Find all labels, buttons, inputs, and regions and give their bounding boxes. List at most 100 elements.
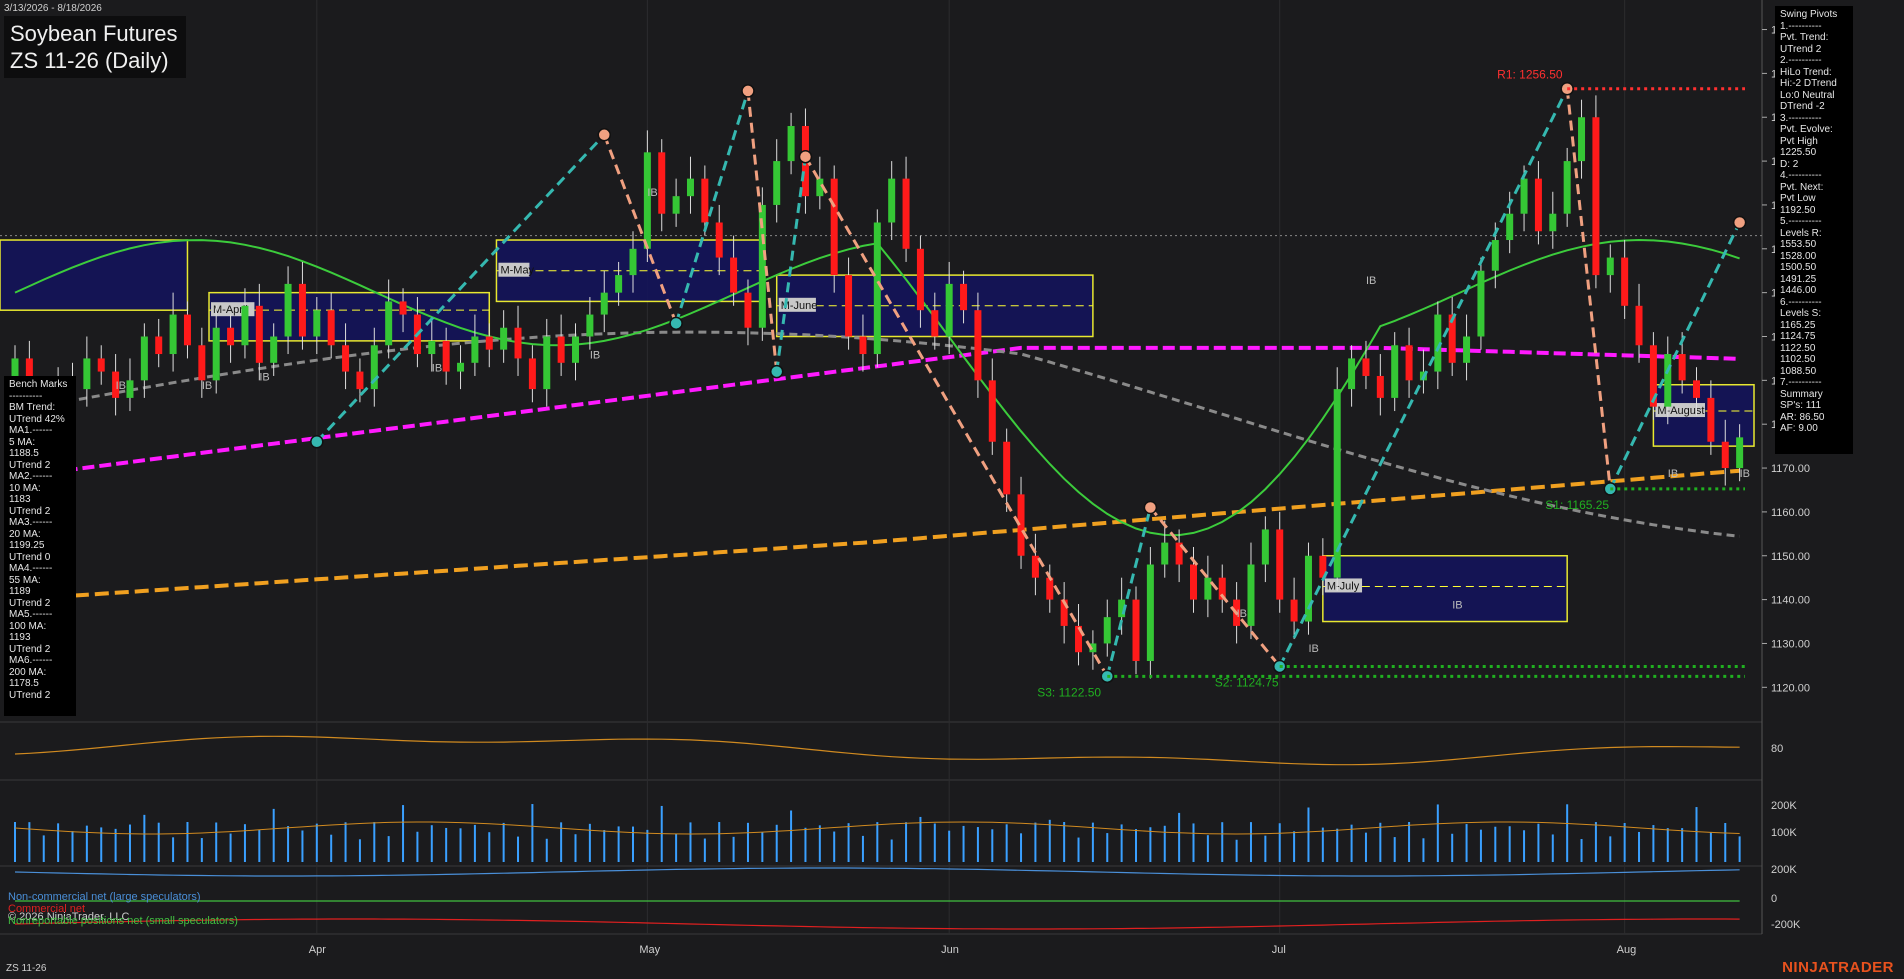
candle-body xyxy=(83,358,91,390)
swing-pivot-dot xyxy=(669,316,683,331)
candle-body xyxy=(988,380,996,442)
candle-body xyxy=(485,336,493,350)
cot-tick-label: 200K xyxy=(1771,864,1797,876)
price-tick-label: 1170.00 xyxy=(1771,463,1810,475)
candle-body xyxy=(399,301,407,315)
legend-small-speculators: Nonreportable positions net (small specu… xyxy=(8,915,238,927)
candle-body xyxy=(385,301,393,346)
candle-body xyxy=(155,336,163,355)
candle-body xyxy=(557,336,565,363)
candle-body xyxy=(931,310,939,337)
candle-body xyxy=(686,178,694,197)
value-area-label: M-May xyxy=(500,265,534,277)
candle-body xyxy=(845,275,853,337)
candle-body xyxy=(140,336,148,381)
candle-body xyxy=(198,345,206,381)
candle-body xyxy=(744,292,752,328)
candle-body xyxy=(1046,577,1054,600)
candle-body xyxy=(1606,257,1614,276)
level-label: R1: 1256.50 xyxy=(1497,68,1563,82)
volume-tick-label: 100K xyxy=(1771,827,1797,839)
ib-marker: IB xyxy=(432,363,442,375)
price-tick-label: 1120.00 xyxy=(1771,682,1810,694)
swing-leg xyxy=(804,155,1109,678)
volume-tick-label: 200K xyxy=(1771,800,1797,812)
candle-body xyxy=(787,126,795,162)
x-tick-label: Jul xyxy=(1272,944,1286,956)
candle-body xyxy=(715,222,723,258)
price-tick-label: 1150.00 xyxy=(1771,551,1810,563)
candle-body xyxy=(1304,555,1312,622)
candle-body xyxy=(298,283,306,337)
candle-body xyxy=(1290,599,1298,622)
candle-body xyxy=(658,152,666,214)
value-area-box-prior xyxy=(0,239,189,311)
candle-body xyxy=(1348,358,1356,390)
candle-body xyxy=(1132,599,1140,661)
legend-noncommercial: Non-commercial net (large speculators) xyxy=(8,891,201,903)
level-label: S3: 1122.50 xyxy=(1037,685,1101,699)
swing-pivot-dot xyxy=(798,149,813,164)
candle-body xyxy=(730,257,738,293)
candle-body xyxy=(500,327,508,350)
swing-pivot-dot xyxy=(597,128,611,142)
candle-body xyxy=(1506,213,1514,241)
candle-body xyxy=(1103,617,1111,644)
candle-body xyxy=(11,358,19,376)
candle-body xyxy=(1003,441,1011,495)
candle-body xyxy=(342,345,350,372)
candle-body xyxy=(643,152,651,249)
swing-pivot-dot xyxy=(310,434,324,449)
swing-pivot-dot xyxy=(741,84,755,98)
oscillator-tick-label: 80 xyxy=(1771,743,1783,755)
candle-body xyxy=(572,336,580,363)
candle-body xyxy=(212,327,220,381)
candle-body xyxy=(528,358,536,390)
candle-body xyxy=(284,283,292,337)
benchmarks-panel: Bench Marks ---------- BM Trend: UTrend … xyxy=(4,376,76,716)
candle-body xyxy=(255,305,263,363)
swing-pivot-dot xyxy=(769,364,784,379)
candle-body xyxy=(428,340,436,355)
candle-body xyxy=(1520,178,1528,214)
chart-title: Soybean Futures ZS 11-26 (Daily) xyxy=(4,16,186,78)
price-tick-label: 1160.00 xyxy=(1771,507,1810,519)
value-area-box xyxy=(208,291,491,342)
ib-marker: IB xyxy=(590,349,600,361)
x-tick-label: Apr xyxy=(309,944,326,956)
candle-body xyxy=(615,275,623,293)
candle-body xyxy=(356,371,364,390)
oscillator-line xyxy=(14,735,1740,766)
candle-body xyxy=(1563,161,1571,214)
candle-body xyxy=(1247,564,1255,626)
candle-body xyxy=(1592,117,1600,276)
candle-body xyxy=(974,310,982,381)
footer-instrument: ZS 11-26 xyxy=(6,963,47,974)
candle-body xyxy=(1736,437,1744,469)
ib-marker: IB xyxy=(202,380,212,392)
candle-body xyxy=(1534,178,1542,232)
ninjatrader-logo: NINJATRADER xyxy=(1782,959,1894,976)
candle-body xyxy=(960,283,968,311)
candle-body xyxy=(629,248,637,276)
candle-body xyxy=(327,310,335,346)
candle-body xyxy=(227,327,235,346)
candle-body xyxy=(672,196,680,214)
candle-body xyxy=(442,340,450,372)
candle-body xyxy=(1621,257,1629,306)
ib-marker: IB xyxy=(116,380,126,392)
candle-body xyxy=(830,178,838,276)
candle-body xyxy=(97,358,105,372)
candle-body xyxy=(916,248,924,311)
x-tick-label: May xyxy=(639,944,660,956)
candle-body xyxy=(471,336,479,363)
swing-leg xyxy=(1105,507,1152,677)
candle-body xyxy=(945,283,953,337)
value-area-label: M-August xyxy=(1657,405,1704,417)
price-chart[interactable]: 1120.00 1130.00 1140.00 1150.00 1160.00 1170.… xyxy=(0,0,1904,979)
candle-body xyxy=(543,336,551,390)
candle-body xyxy=(1491,240,1499,271)
candle-body xyxy=(586,314,594,337)
candle-body xyxy=(514,327,522,359)
candle-body xyxy=(1477,270,1485,337)
